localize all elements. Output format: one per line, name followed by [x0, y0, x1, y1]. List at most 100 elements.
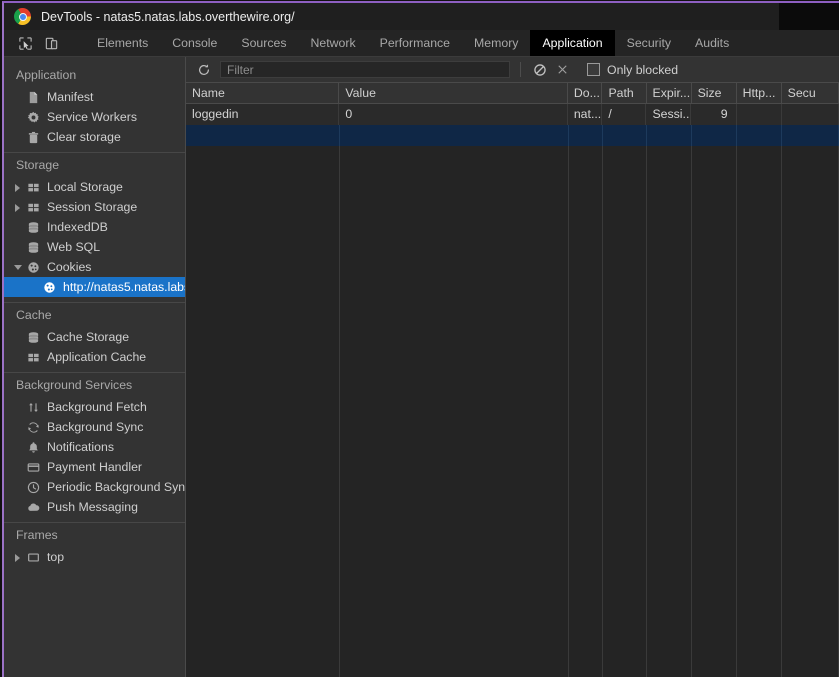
tab-security[interactable]: Security — [615, 30, 683, 56]
title-bar: DevTools - natas5.natas.labs.overthewire… — [4, 3, 839, 30]
column-header-secure[interactable]: Secu — [782, 83, 839, 104]
sidebar-item-application-cache[interactable]: Application Cache — [4, 347, 185, 367]
column-header-value[interactable]: Value — [339, 83, 568, 104]
sidebar-item-service-workers[interactable]: Service Workers — [4, 107, 185, 127]
window-title: DevTools - natas5.natas.labs.overthewire… — [41, 9, 295, 24]
cookie-icon — [42, 280, 57, 295]
column-header-expires[interactable]: Expir... — [647, 83, 692, 104]
cell-name — [186, 125, 340, 146]
sidebar-item-local-storage[interactable]: Local Storage — [4, 177, 185, 197]
sidebar-item-label: Background Sync — [47, 420, 144, 434]
sidebar-item-label: Service Workers — [47, 110, 137, 124]
sidebar-section-background-services: Background Services — [16, 378, 133, 392]
sidebar-item-push-messaging[interactable]: Push Messaging — [4, 497, 185, 517]
tab-application[interactable]: Application — [530, 30, 615, 56]
sidebar-item-payment-handler[interactable]: Payment Handler — [4, 457, 185, 477]
sidebar-item-label: Application Cache — [47, 350, 147, 364]
sidebar-item-cookies[interactable]: Cookies — [4, 257, 185, 277]
sidebar-item-label: top — [47, 550, 65, 564]
sidebar-item-clear-storage[interactable]: Clear storage — [4, 127, 185, 147]
cell-expires: Sessi... — [646, 104, 692, 125]
sidebar-item-periodic-background-sync[interactable]: Periodic Background Sync — [4, 477, 185, 497]
only-blocked-label: Only blocked — [607, 62, 679, 77]
cell-secure — [782, 104, 839, 125]
sidebar-item-label: Notifications — [47, 440, 114, 454]
table-header-row: Name Value Do... Path Expir... Size Http… — [186, 83, 839, 104]
sidebar-item-notifications[interactable]: Notifications — [4, 437, 185, 457]
cookies-panel: Only blocked Name Value Do... Path Expir… — [186, 57, 839, 677]
cookie-icon — [26, 260, 41, 275]
sidebar-item-label: Local Storage — [47, 180, 123, 194]
table-grid-icon — [26, 350, 41, 365]
cell-domain — [569, 125, 604, 146]
tab-audits[interactable]: Audits — [683, 30, 741, 56]
sidebar-item-label: Session Storage — [47, 200, 138, 214]
sidebar-item-label: IndexedDB — [47, 220, 108, 234]
cloud-icon — [26, 500, 41, 515]
table-row[interactable]: loggedin 0 nat... / Sessi... 9 — [186, 104, 839, 125]
cookies-table: Name Value Do... Path Expir... Size Http… — [186, 83, 839, 677]
sidebar-item-cache-storage[interactable]: Cache Storage — [4, 327, 185, 347]
cell-path — [603, 125, 648, 146]
sidebar-item-background-fetch[interactable]: Background Fetch — [4, 397, 185, 417]
inspect-element-icon[interactable] — [12, 31, 38, 55]
sidebar-section-frames: Frames — [16, 528, 58, 542]
devtools-window: DevTools - natas5.natas.labs.overthewire… — [2, 1, 839, 677]
only-blocked-checkbox[interactable]: Only blocked — [587, 63, 678, 77]
cell-value — [340, 125, 569, 146]
sidebar-item-label: Periodic Background Sync — [47, 480, 186, 494]
chevron-down-icon[interactable] — [13, 262, 23, 272]
clear-all-block-icon[interactable] — [529, 59, 551, 81]
sidebar-item-session-storage[interactable]: Session Storage — [4, 197, 185, 217]
tab-sources[interactable]: Sources — [229, 30, 298, 56]
tab-performance[interactable]: Performance — [368, 30, 462, 56]
chevron-right-icon[interactable] — [13, 182, 23, 192]
column-header-name[interactable]: Name — [186, 83, 340, 104]
sidebar-item-cookie-origin[interactable]: http://natas5.natas.labs — [4, 277, 185, 297]
sidebar-item-label: Payment Handler — [47, 460, 143, 474]
tab-memory[interactable]: Memory — [462, 30, 530, 56]
cell-name: loggedin — [186, 104, 340, 125]
table-empty-area — [186, 146, 839, 677]
up-down-arrows-icon — [26, 400, 41, 415]
frame-icon — [26, 550, 41, 565]
tab-console[interactable]: Console — [160, 30, 229, 56]
credit-card-icon — [26, 460, 41, 475]
sidebar-item-label: Cookies — [47, 260, 92, 274]
sidebar-item-frame-top[interactable]: top — [4, 547, 185, 567]
device-toolbar-icon[interactable] — [38, 31, 64, 55]
devtools-body: Application Manifest Service Workers Cle… — [4, 57, 839, 677]
column-header-path[interactable]: Path — [602, 83, 647, 104]
column-header-httponly[interactable]: Http... — [737, 83, 782, 104]
filter-input[interactable] — [220, 61, 510, 78]
sidebar-item-label: Manifest — [47, 90, 94, 104]
cookies-toolbar: Only blocked — [186, 57, 839, 83]
sidebar-item-indexeddb[interactable]: IndexedDB — [4, 217, 185, 237]
bell-icon — [26, 440, 41, 455]
cell-value: 0 — [339, 104, 568, 125]
sidebar-item-manifest[interactable]: Manifest — [4, 87, 185, 107]
chrome-logo-icon — [14, 8, 31, 25]
devtools-tab-bar: Elements Console Sources Network Perform… — [4, 30, 839, 57]
close-x-icon[interactable] — [551, 59, 573, 81]
sidebar-item-label: Cache Storage — [47, 330, 130, 344]
table-row-empty-selected[interactable] — [186, 125, 839, 146]
checkbox-box[interactable] — [587, 63, 600, 76]
tab-elements[interactable]: Elements — [85, 30, 160, 56]
tab-network[interactable]: Network — [299, 30, 368, 56]
table-grid-icon — [26, 180, 41, 195]
table-grid-icon — [26, 200, 41, 215]
sidebar-item-background-sync[interactable]: Background Sync — [4, 417, 185, 437]
sidebar-item-label: Web SQL — [47, 240, 101, 254]
cell-size — [692, 125, 737, 146]
trash-icon — [26, 130, 41, 145]
chevron-right-icon[interactable] — [13, 202, 23, 212]
column-header-domain[interactable]: Do... — [568, 83, 603, 104]
chevron-right-icon[interactable] — [13, 552, 23, 562]
database-icon — [26, 330, 41, 345]
sidebar-section-storage: Storage — [16, 158, 60, 172]
refresh-icon[interactable] — [193, 59, 215, 81]
sidebar-item-web-sql[interactable]: Web SQL — [4, 237, 185, 257]
column-header-size[interactable]: Size — [692, 83, 737, 104]
cell-httponly — [737, 125, 782, 146]
